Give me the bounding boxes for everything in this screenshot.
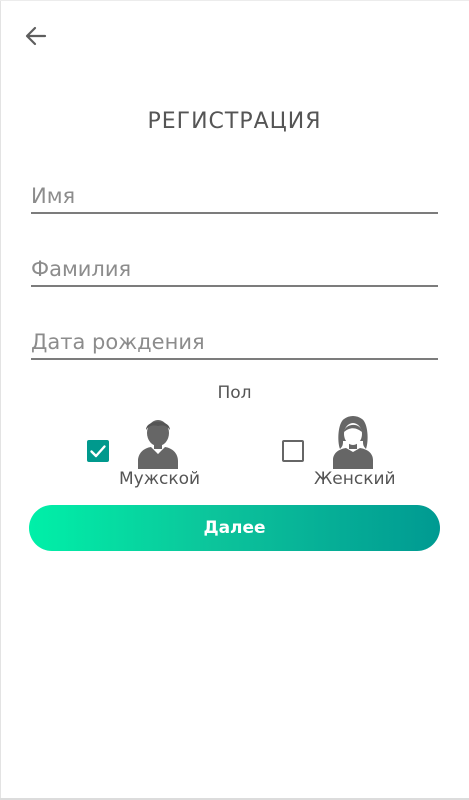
male-user-icon xyxy=(138,420,178,469)
female-checkbox[interactable] xyxy=(282,440,304,462)
checkmark-icon xyxy=(90,445,106,458)
birth-date-field[interactable] xyxy=(31,318,438,360)
back-button[interactable] xyxy=(20,20,52,52)
male-checkbox[interactable] xyxy=(87,440,109,462)
birth-date-input[interactable] xyxy=(31,330,438,354)
last-name-input[interactable] xyxy=(31,257,438,281)
page-title: РЕГИСТРАЦИЯ xyxy=(147,109,322,134)
female-label[interactable]: Женский xyxy=(314,469,396,489)
next-button[interactable]: Далее xyxy=(29,505,440,551)
female-user-icon xyxy=(333,416,373,469)
first-name-input[interactable] xyxy=(31,184,438,208)
screen-frame-top xyxy=(0,0,469,1)
last-name-field[interactable] xyxy=(31,245,438,287)
arrow-left-icon xyxy=(25,26,47,46)
gender-label: Пол xyxy=(217,383,252,403)
first-name-field[interactable] xyxy=(31,172,438,214)
male-label[interactable]: Мужской xyxy=(119,469,200,489)
